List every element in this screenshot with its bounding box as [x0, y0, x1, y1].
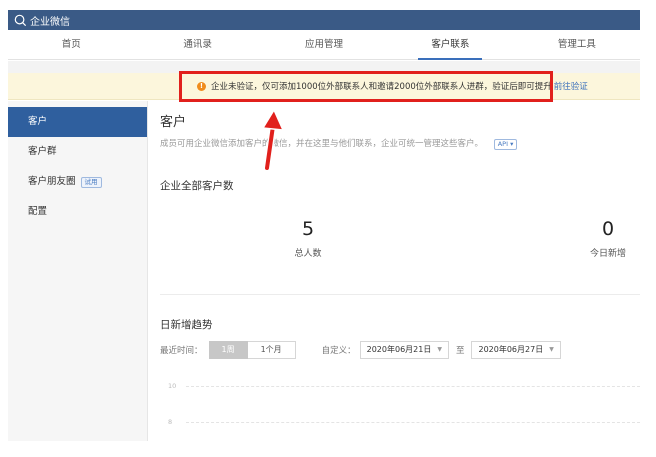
sidebar-item-label: 配置 [28, 206, 48, 217]
verify-link[interactable]: 前往验证 [554, 80, 588, 92]
date-filter: 最近时间： 1周 1个月 自定义： 2020年06月21日 ▼ 至 2020年0… [160, 341, 561, 359]
y-tick-label: 10 [168, 382, 177, 390]
chart-gridline [186, 386, 640, 387]
main-nav: 首页 通讯录 应用管理 客户联系 管理工具 [8, 30, 640, 60]
total-customers-title: 企业全部客户数 [160, 180, 234, 192]
stat-total-value: 5 [301, 218, 315, 240]
api-badge-label: API [497, 140, 509, 148]
stat-today-value: 0 [601, 218, 615, 240]
stat-today-label: 今日新增 [589, 249, 626, 259]
wecom-logo-icon [14, 14, 26, 26]
sidebar: 客户 客户群 客户朋友圈 试用 配置 [8, 101, 148, 441]
sidebar-item-customers[interactable]: 客户 [8, 107, 147, 137]
stat-total-label: 总人数 [294, 249, 322, 259]
end-date-select[interactable]: 2020年06月27日 ▼ [471, 341, 561, 359]
nav-management-tools[interactable]: 管理工具 [514, 30, 640, 59]
sidebar-item-settings[interactable]: 配置 [8, 197, 147, 227]
sidebar-item-label: 客户朋友圈 [28, 176, 76, 187]
description-text: 成员可用企业微信添加客户的微信，并在这里与他们联系，企业可统一管理这些客户。 [160, 139, 484, 149]
annotation-arrow-icon [261, 108, 285, 172]
nav-app-management[interactable]: 应用管理 [261, 30, 387, 59]
chart-gridline [186, 422, 640, 423]
to-label: 至 [455, 346, 465, 356]
y-tick-label: 8 [168, 418, 173, 426]
app-title: 企业微信 [30, 16, 70, 28]
end-date-value: 2020年06月27日 [478, 345, 544, 354]
trend-chart: 10 8 [160, 374, 640, 444]
api-badge[interactable]: API ▾ [493, 139, 518, 150]
chevron-down-icon: ▼ [549, 346, 554, 353]
range-1-week-button[interactable]: 1周 [208, 341, 248, 359]
start-date-value: 2020年06月21日 [366, 345, 432, 354]
title-bar: 企业微信 [8, 10, 640, 30]
annotation-highlight-box [179, 71, 553, 102]
sidebar-item-moments[interactable]: 客户朋友圈 试用 [8, 167, 147, 197]
page-title: 客户 [160, 115, 187, 130]
sidebar-item-label: 客户群 [28, 146, 57, 157]
custom-range-label: 自定义： [321, 346, 356, 356]
sidebar-item-customer-groups[interactable]: 客户群 [8, 137, 147, 167]
page-description: 成员可用企业微信添加客户的微信，并在这里与他们联系，企业可统一管理这些客户。 A… [160, 137, 518, 150]
section-divider [160, 294, 640, 295]
sidebar-item-label: 客户 [28, 116, 48, 127]
main-content: 客户 成员可用企业微信添加客户的微信，并在这里与他们联系，企业可统一管理这些客户… [160, 101, 640, 441]
start-date-select[interactable]: 2020年06月21日 ▼ [359, 341, 449, 359]
range-toggle: 1周 1个月 [208, 341, 296, 359]
stat-today-new: 0 今日新增 [578, 218, 638, 259]
trial-badge: 试用 [80, 176, 102, 188]
nav-contacts[interactable]: 通讯录 [134, 30, 260, 59]
recent-time-label: 最近时间： [160, 346, 203, 356]
nav-customer-contact[interactable]: 客户联系 [387, 30, 513, 60]
trend-title: 日新增趋势 [160, 319, 213, 331]
stat-total: 5 总人数 [278, 218, 338, 259]
range-1-month-button[interactable]: 1个月 [247, 341, 296, 359]
nav-home[interactable]: 首页 [8, 30, 134, 59]
chevron-down-icon: ▼ [437, 346, 442, 353]
